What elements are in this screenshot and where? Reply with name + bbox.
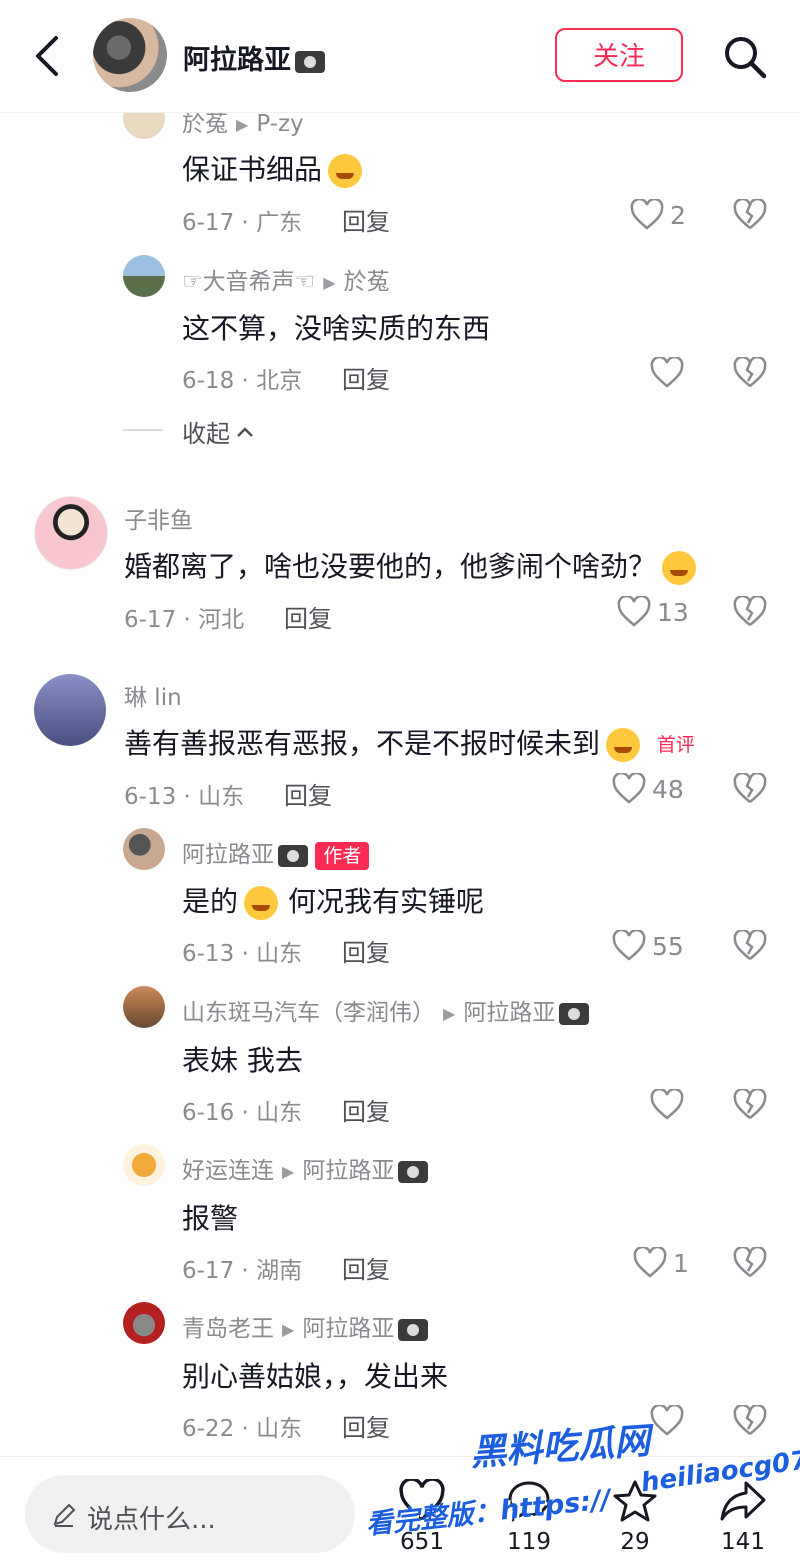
avatar[interactable]: [123, 1144, 165, 1186]
reply-button[interactable]: 回复: [342, 1250, 390, 1285]
follow-button[interactable]: 关注: [555, 28, 683, 82]
comment-input-placeholder: 说点什么...: [87, 1505, 216, 1535]
comment-count: 119: [507, 1529, 551, 1555]
pencil-icon: [51, 1502, 77, 1528]
heart-icon: [650, 357, 684, 388]
reply-button[interactable]: 回复: [342, 202, 390, 237]
avatar[interactable]: [34, 496, 108, 570]
avatar[interactable]: [34, 674, 106, 746]
camera-icon: [398, 1160, 429, 1183]
heart-icon: [612, 773, 646, 804]
grin-emoji: [244, 886, 279, 920]
comment-meta: 6-13 · 山东: [124, 784, 245, 810]
comment-username[interactable]: 青岛老王 ▶ 阿拉路亚: [182, 1309, 429, 1343]
like-button[interactable]: 1: [633, 1247, 689, 1279]
heart-icon: [650, 1405, 684, 1436]
laugh-cry-emoji: [328, 154, 363, 188]
avatar[interactable]: [123, 1302, 165, 1344]
like-button[interactable]: 2: [630, 199, 686, 231]
broken-heart-icon[interactable]: [733, 1405, 767, 1437]
top-header: 阿拉路亚 关注: [0, 0, 800, 113]
comment-text: 婚都离了，啥也没要他的，他爹闹个啥劲？: [124, 545, 697, 585]
comment-meta: 6-17 · 广东: [182, 210, 303, 236]
broken-heart-icon[interactable]: [733, 357, 767, 389]
heart-icon: [650, 1089, 684, 1120]
back-icon[interactable]: [30, 34, 64, 78]
heart-icon: [630, 199, 664, 230]
broken-heart-icon[interactable]: [733, 199, 767, 231]
broken-heart-icon[interactable]: [733, 596, 767, 628]
comment-username[interactable]: 琳 lin: [124, 678, 182, 712]
share-count: 141: [721, 1529, 765, 1555]
frown-emoji: [606, 728, 641, 762]
first-comment-badge: 首评: [648, 731, 703, 759]
broken-heart-icon[interactable]: [733, 1247, 767, 1279]
author-badge: 作者: [315, 841, 370, 870]
reply-button[interactable]: 回复: [342, 933, 390, 968]
like-button[interactable]: [650, 1089, 684, 1121]
comment-meta: 6-18 · 北京: [182, 368, 303, 394]
author-avatar[interactable]: [93, 18, 167, 92]
camera-icon: [559, 1002, 590, 1025]
camera-icon: [398, 1318, 429, 1341]
heart-icon: [617, 596, 651, 627]
heart-icon: [633, 1247, 667, 1278]
like-button[interactable]: 48: [612, 773, 684, 805]
author-name[interactable]: 阿拉路亚: [183, 38, 325, 77]
laugh-cry-emoji: [662, 551, 697, 585]
comment-text: 表妹 我去: [182, 1044, 303, 1077]
camera-icon: [295, 50, 325, 73]
comment-meta: 6-22 · 山东: [182, 1416, 303, 1442]
reply-button[interactable]: 回复: [342, 1092, 390, 1127]
comment-meta: 6-13 · 山东: [182, 941, 303, 967]
avatar[interactable]: [123, 828, 165, 870]
avatar[interactable]: [123, 986, 165, 1028]
like-button[interactable]: [650, 1405, 684, 1437]
comment-meta: 6-16 · 山东: [182, 1100, 303, 1126]
divider: [123, 429, 163, 431]
comment-username[interactable]: 阿拉路亚 作者: [182, 835, 370, 870]
like-button[interactable]: [650, 357, 684, 389]
camera-icon: [278, 844, 308, 867]
comment-username[interactable]: 好运连连 ▶ 阿拉路亚: [182, 1151, 429, 1185]
reply-button[interactable]: 回复: [342, 360, 390, 395]
comment-text: 善有善报恶有恶报，不是不报时候未到 首评: [124, 722, 703, 762]
comment-text: 是的 何况我有实锤呢: [182, 885, 485, 920]
broken-heart-icon[interactable]: [733, 930, 767, 962]
comment-username[interactable]: ☞大音希声☜ ▶ 於菟: [182, 262, 390, 296]
favorite-count: 29: [620, 1529, 650, 1555]
heart-icon: [612, 930, 646, 961]
comment-text: 这不算，没啥实质的东西: [182, 312, 491, 345]
like-button[interactable]: 13: [617, 596, 689, 628]
broken-heart-icon[interactable]: [733, 1089, 767, 1121]
reply-button[interactable]: 回复: [342, 1408, 390, 1443]
reply-button[interactable]: 回复: [284, 776, 332, 811]
collapse-replies-button[interactable]: 收起: [182, 414, 254, 449]
comment-text: 别心善姑娘，，发出来: [182, 1360, 449, 1393]
reply-button[interactable]: 回复: [284, 599, 332, 634]
comment-input[interactable]: 说点什么...: [25, 1475, 355, 1553]
broken-heart-icon[interactable]: [733, 773, 767, 805]
like-button[interactable]: 55: [612, 930, 684, 962]
chevron-up-icon: [237, 426, 253, 437]
comment-username[interactable]: 山东斑马汽车（李润伟） ▶ 阿拉路亚: [182, 993, 590, 1027]
comment-meta: 6-17 · 河北: [124, 607, 245, 633]
avatar[interactable]: [123, 255, 165, 297]
comment-text: 保证书细品: [182, 148, 363, 188]
comment-text: 报警: [182, 1202, 239, 1235]
comment-username[interactable]: 子非鱼: [124, 501, 193, 535]
comment-meta: 6-17 · 湖南: [182, 1258, 303, 1284]
search-icon[interactable]: [722, 34, 768, 80]
